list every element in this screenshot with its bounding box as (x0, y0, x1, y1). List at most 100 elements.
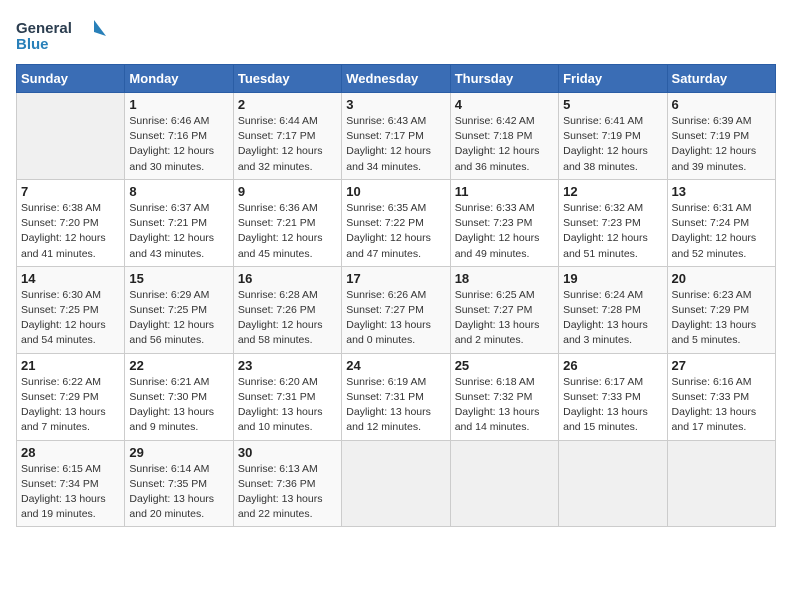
day-info: Sunrise: 6:13 AMSunset: 7:36 PMDaylight:… (238, 462, 337, 523)
day-info: Sunrise: 6:43 AMSunset: 7:17 PMDaylight:… (346, 114, 445, 175)
day-number: 6 (672, 97, 771, 112)
day-info: Sunrise: 6:24 AMSunset: 7:28 PMDaylight:… (563, 288, 662, 349)
calendar-table: SundayMondayTuesdayWednesdayThursdayFrid… (16, 64, 776, 527)
day-info: Sunrise: 6:38 AMSunset: 7:20 PMDaylight:… (21, 201, 120, 262)
day-number: 23 (238, 358, 337, 373)
calendar-cell: 26 Sunrise: 6:17 AMSunset: 7:33 PMDayligh… (559, 353, 667, 440)
calendar-cell (450, 440, 558, 527)
calendar-cell: 12 Sunrise: 6:32 AMSunset: 7:23 PMDayligh… (559, 179, 667, 266)
day-info: Sunrise: 6:15 AMSunset: 7:34 PMDaylight:… (21, 462, 120, 523)
calendar-cell: 2Sunrise: 6:44 AMSunset: 7:17 PMDaylight… (233, 93, 341, 180)
calendar-cell: 1 Sunrise: 6:46 AMSunset: 7:16 PMDaylight… (125, 93, 233, 180)
day-number: 10 (346, 184, 445, 199)
day-number: 8 (129, 184, 228, 199)
svg-text:Blue: Blue (16, 36, 49, 53)
day-number: 2 (238, 97, 337, 112)
day-number: 15 (129, 271, 228, 286)
calendar-cell: 22 Sunrise: 6:21 AMSunset: 7:30 PMDayligh… (125, 353, 233, 440)
day-number: 4 (455, 97, 554, 112)
calendar-cell: 19 Sunrise: 6:24 AMSunset: 7:28 PMDayligh… (559, 266, 667, 353)
day-info: Sunrise: 6:29 AMSunset: 7:25 PMDaylight:… (129, 288, 228, 349)
day-number: 17 (346, 271, 445, 286)
day-number: 18 (455, 271, 554, 286)
calendar-cell: 5Sunrise: 6:41 AMSunset: 7:19 PMDaylight… (559, 93, 667, 180)
calendar-cell: 20 Sunrise: 6:23 AMSunset: 7:29 PMDayligh… (667, 266, 775, 353)
calendar-cell: 8 Sunrise: 6:37 AMSunset: 7:21 PMDaylight… (125, 179, 233, 266)
day-number: 24 (346, 358, 445, 373)
day-number: 21 (21, 358, 120, 373)
day-number: 11 (455, 184, 554, 199)
day-number: 29 (129, 445, 228, 460)
calendar-cell: 13 Sunrise: 6:31 AMSunset: 7:24 PMDayligh… (667, 179, 775, 266)
day-number: 19 (563, 271, 662, 286)
day-number: 14 (21, 271, 120, 286)
day-info: Sunrise: 6:14 AMSunset: 7:35 PMDaylight:… (129, 462, 228, 523)
calendar-cell: 11Sunrise: 6:33 AMSunset: 7:23 PMDayligh… (450, 179, 558, 266)
day-info: Sunrise: 6:19 AMSunset: 7:31 PMDaylight:… (346, 375, 445, 436)
calendar-cell: 25 Sunrise: 6:18 AMSunset: 7:32 PMDayligh… (450, 353, 558, 440)
day-number: 27 (672, 358, 771, 373)
day-number: 1 (129, 97, 228, 112)
column-header-friday: Friday (559, 65, 667, 93)
column-header-sunday: Sunday (17, 65, 125, 93)
calendar-cell: 4 Sunrise: 6:42 AMSunset: 7:18 PMDaylight… (450, 93, 558, 180)
day-number: 20 (672, 271, 771, 286)
column-header-wednesday: Wednesday (342, 65, 450, 93)
column-header-saturday: Saturday (667, 65, 775, 93)
calendar-week-2: 7Sunrise: 6:38 AMSunset: 7:20 PMDaylight… (17, 179, 776, 266)
day-info: Sunrise: 6:25 AMSunset: 7:27 PMDaylight:… (455, 288, 554, 349)
calendar-cell: 28 Sunrise: 6:15 AMSunset: 7:34 PMDayligh… (17, 440, 125, 527)
day-number: 30 (238, 445, 337, 460)
calendar-cell: 18 Sunrise: 6:25 AMSunset: 7:27 PMDayligh… (450, 266, 558, 353)
calendar-cell: 6 Sunrise: 6:39 AMSunset: 7:19 PMDaylight… (667, 93, 775, 180)
calendar-cell: 29 Sunrise: 6:14 AMSunset: 7:35 PMDayligh… (125, 440, 233, 527)
day-number: 25 (455, 358, 554, 373)
day-info: Sunrise: 6:21 AMSunset: 7:30 PMDaylight:… (129, 375, 228, 436)
calendar-cell (17, 93, 125, 180)
day-info: Sunrise: 6:46 AMSunset: 7:16 PMDaylight:… (129, 114, 228, 175)
day-number: 22 (129, 358, 228, 373)
calendar-body: 1 Sunrise: 6:46 AMSunset: 7:16 PMDaylight… (17, 93, 776, 527)
calendar-week-3: 14 Sunrise: 6:30 AMSunset: 7:25 PMDayligh… (17, 266, 776, 353)
calendar-cell: 7Sunrise: 6:38 AMSunset: 7:20 PMDaylight… (17, 179, 125, 266)
logo-svg: General Blue (16, 16, 106, 56)
day-info: Sunrise: 6:22 AMSunset: 7:29 PMDaylight:… (21, 375, 120, 436)
header: General Blue (16, 16, 776, 56)
calendar-header: SundayMondayTuesdayWednesdayThursdayFrid… (17, 65, 776, 93)
calendar-cell: 3Sunrise: 6:43 AMSunset: 7:17 PMDaylight… (342, 93, 450, 180)
day-info: Sunrise: 6:30 AMSunset: 7:25 PMDaylight:… (21, 288, 120, 349)
day-number: 28 (21, 445, 120, 460)
calendar-cell: 17 Sunrise: 6:26 AMSunset: 7:27 PMDayligh… (342, 266, 450, 353)
day-info: Sunrise: 6:18 AMSunset: 7:32 PMDaylight:… (455, 375, 554, 436)
calendar-week-1: 1 Sunrise: 6:46 AMSunset: 7:16 PMDaylight… (17, 93, 776, 180)
day-number: 16 (238, 271, 337, 286)
day-info: Sunrise: 6:23 AMSunset: 7:29 PMDaylight:… (672, 288, 771, 349)
logo: General Blue (16, 16, 106, 56)
calendar-week-4: 21 Sunrise: 6:22 AMSunset: 7:29 PMDayligh… (17, 353, 776, 440)
day-number: 12 (563, 184, 662, 199)
calendar-cell: 23Sunrise: 6:20 AMSunset: 7:31 PMDayligh… (233, 353, 341, 440)
day-info: Sunrise: 6:17 AMSunset: 7:33 PMDaylight:… (563, 375, 662, 436)
day-info: Sunrise: 6:32 AMSunset: 7:23 PMDaylight:… (563, 201, 662, 262)
day-number: 5 (563, 97, 662, 112)
column-header-tuesday: Tuesday (233, 65, 341, 93)
day-info: Sunrise: 6:31 AMSunset: 7:24 PMDaylight:… (672, 201, 771, 262)
day-info: Sunrise: 6:28 AMSunset: 7:26 PMDaylight:… (238, 288, 337, 349)
column-header-monday: Monday (125, 65, 233, 93)
day-info: Sunrise: 6:37 AMSunset: 7:21 PMDaylight:… (129, 201, 228, 262)
calendar-week-5: 28 Sunrise: 6:15 AMSunset: 7:34 PMDayligh… (17, 440, 776, 527)
day-info: Sunrise: 6:42 AMSunset: 7:18 PMDaylight:… (455, 114, 554, 175)
day-info: Sunrise: 6:35 AMSunset: 7:22 PMDaylight:… (346, 201, 445, 262)
calendar-cell (342, 440, 450, 527)
day-number: 26 (563, 358, 662, 373)
calendar-cell: 10 Sunrise: 6:35 AMSunset: 7:22 PMDayligh… (342, 179, 450, 266)
calendar-cell: 15 Sunrise: 6:29 AMSunset: 7:25 PMDayligh… (125, 266, 233, 353)
calendar-cell: 14 Sunrise: 6:30 AMSunset: 7:25 PMDayligh… (17, 266, 125, 353)
calendar-cell: 16 Sunrise: 6:28 AMSunset: 7:26 PMDayligh… (233, 266, 341, 353)
calendar-cell: 9Sunrise: 6:36 AMSunset: 7:21 PMDaylight… (233, 179, 341, 266)
day-info: Sunrise: 6:26 AMSunset: 7:27 PMDaylight:… (346, 288, 445, 349)
day-number: 13 (672, 184, 771, 199)
day-info: Sunrise: 6:36 AMSunset: 7:21 PMDaylight:… (238, 201, 337, 262)
day-info: Sunrise: 6:39 AMSunset: 7:19 PMDaylight:… (672, 114, 771, 175)
calendar-cell (667, 440, 775, 527)
